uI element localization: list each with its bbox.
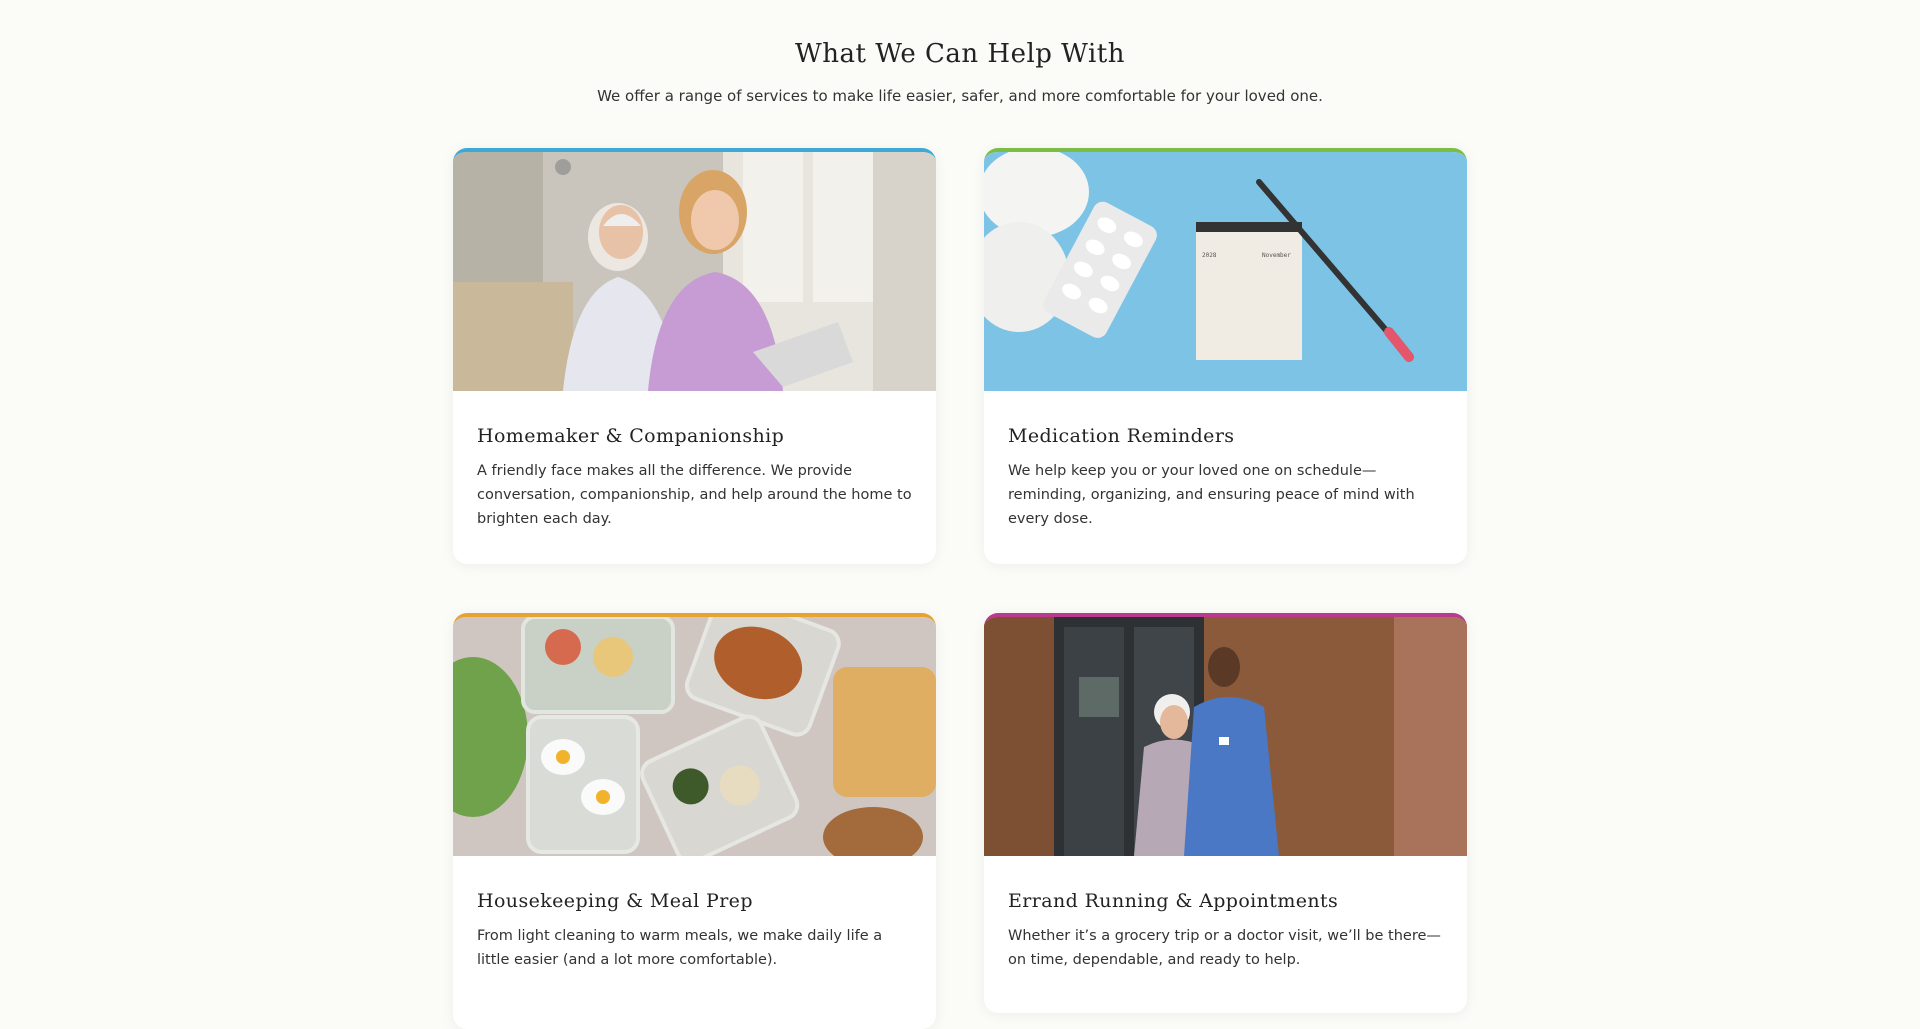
card-description: We help keep you or your loved one on sc… (1008, 463, 1415, 527)
errands-photo (984, 617, 1467, 856)
section-subtitle: We offer a range of services to make lif… (597, 87, 1323, 105)
service-card-medication[interactable]: 2028 November Medication Reminders We he… (984, 148, 1467, 564)
card-description: From light cleaning to warm meals, we ma… (477, 928, 883, 968)
card-title: Errand Running & Appointments (1008, 890, 1339, 912)
medication-photo: 2028 November (984, 152, 1467, 391)
section-title: What We Can Help With (795, 39, 1125, 69)
service-card-homemaker[interactable]: Homemaker & Companionship A friendly fac… (453, 148, 936, 564)
service-card-housekeeping[interactable]: Housekeeping & Meal Prep From light clea… (453, 613, 936, 1029)
services-header: What We Can Help With We offer a range o… (0, 36, 1920, 106)
card-description: A friendly face makes all the difference… (477, 463, 912, 527)
service-card-errands[interactable]: Errand Running & Appointments Whether it… (984, 613, 1467, 1013)
homemaker-photo (453, 152, 936, 391)
calendar-year: 2028 (1202, 252, 1217, 259)
card-title: Homemaker & Companionship (477, 425, 785, 447)
card-title: Housekeeping & Meal Prep (477, 890, 753, 912)
card-title: Medication Reminders (1008, 425, 1235, 447)
meal-prep-photo (453, 617, 936, 856)
card-description: Whether it’s a grocery trip or a doctor … (1008, 928, 1441, 968)
calendar-month: November (1262, 252, 1291, 259)
